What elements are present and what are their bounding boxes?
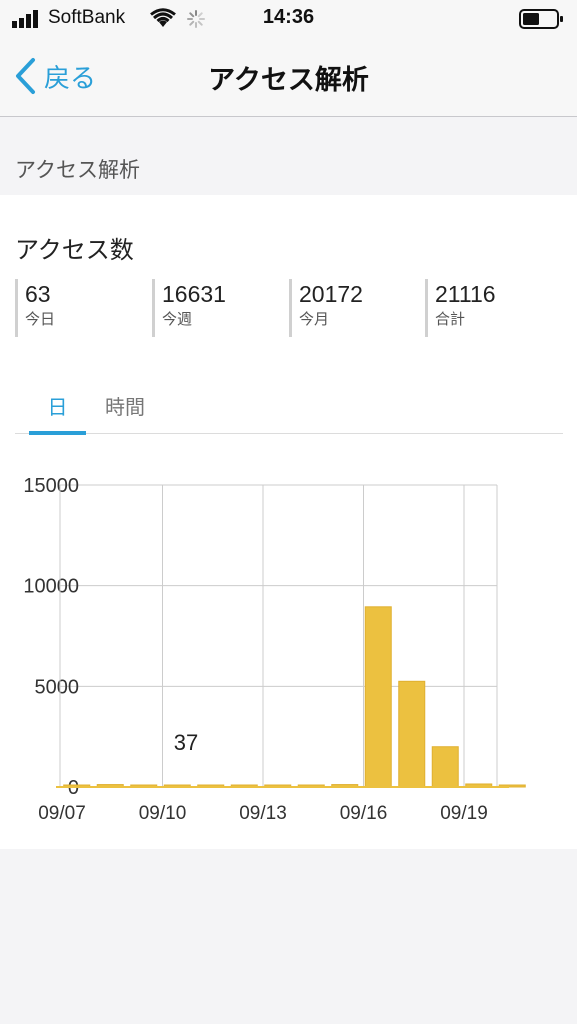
status-bar: SoftBank 14:36	[0, 0, 577, 38]
stat-week: 16631 今週	[152, 279, 226, 337]
stat-value: 20172	[299, 281, 363, 307]
stat-month: 20172 今月	[289, 279, 363, 337]
stat-label: 今週	[162, 310, 193, 328]
clock: 14:36	[262, 6, 315, 28]
data-label: 37	[174, 730, 198, 755]
stat-today: 63 今日	[15, 279, 55, 337]
y-tick-label: 10000	[23, 576, 79, 598]
battery-icon	[519, 9, 563, 29]
x-tick-label: 09/19	[440, 803, 488, 824]
section-header: アクセス解析	[15, 158, 140, 182]
tab-bar: 日 時間	[15, 385, 563, 435]
access-bar-chart: 05000100001500009/0709/1009/1309/1609/19…	[23, 475, 526, 824]
x-tick-label: 09/13	[239, 803, 287, 824]
stat-label: 今月	[299, 310, 330, 328]
stat-value: 63	[25, 281, 51, 307]
card-title: アクセス数	[15, 236, 134, 264]
x-tick-label: 09/10	[139, 803, 187, 824]
y-tick-label: 15000	[23, 475, 79, 497]
bar-09-18	[431, 746, 459, 788]
active-tab-indicator	[29, 431, 86, 435]
tab-label: 時間	[105, 395, 145, 419]
y-tick-label: 5000	[35, 676, 80, 698]
page-title: アクセス解析	[208, 65, 369, 96]
stat-total: 21116 合計	[425, 279, 496, 337]
bar-09-17	[398, 680, 426, 788]
stat-label: 合計	[435, 310, 466, 328]
stat-value: 21116	[435, 281, 496, 307]
navigation-bar: 戻る アクセス解析	[0, 38, 577, 117]
x-tick-label: 09/16	[340, 803, 388, 824]
tab-hour[interactable]: 時間	[97, 391, 153, 433]
bar-09-16	[364, 606, 392, 788]
tab-day[interactable]: 日	[29, 391, 86, 433]
x-tick-label: 09/07	[38, 803, 86, 824]
tab-label: 日	[47, 395, 68, 419]
stat-label: 今日	[25, 310, 56, 328]
access-card: アクセス数 63 今日 16631 今週 20172 今月 21116 合計 日…	[0, 195, 577, 849]
stat-value: 16631	[162, 281, 226, 307]
stats-row: 63 今日 16631 今週 20172 今月 21116 合計	[15, 279, 563, 337]
